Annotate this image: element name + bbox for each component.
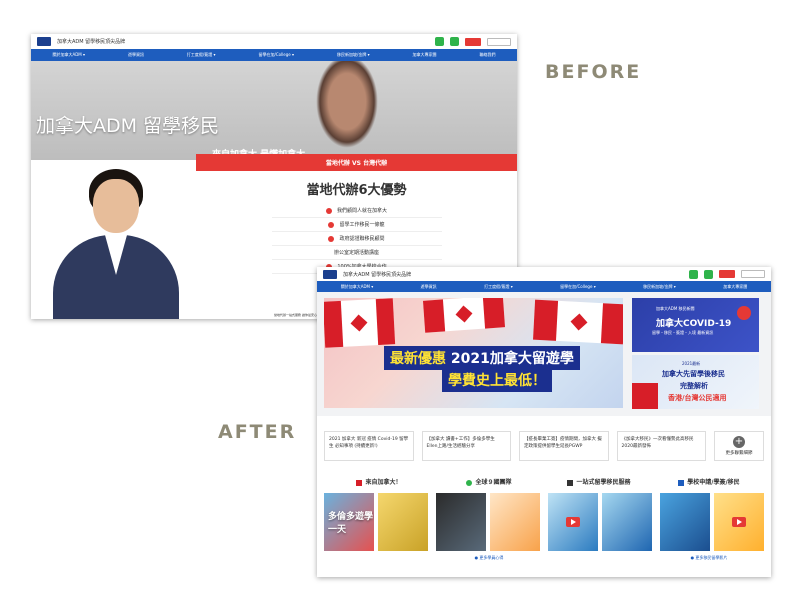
covid-card[interactable]: 加拿大ADM 移民新聞 加拿大COVID-19 留學・移民・簽證・入境 最新資訊: [632, 298, 759, 352]
video-thumbnail[interactable]: [436, 493, 486, 551]
promo-line-2: 學費史上最低！: [442, 368, 552, 392]
after-label: AFTER: [218, 421, 297, 443]
flag-icon: [328, 221, 335, 228]
line-icon[interactable]: [435, 37, 444, 46]
nav-item[interactable]: 留學在加/College ▾: [560, 284, 596, 290]
nav-item[interactable]: 加拿大專家團: [413, 52, 437, 58]
nav-item[interactable]: 打工度假/簽證 ▾: [484, 284, 513, 290]
canada-flag-icon: [356, 479, 363, 486]
section-heading: 全球９國團隊: [434, 477, 544, 486]
canada-flag: [422, 298, 506, 333]
more-links: ● 更多學員心得 ● 更多移民留學影片: [324, 555, 764, 561]
before-navbar: 關於加拿大ADM ▾ 遊學資訊 打工度假/簽證 ▾ 留學在加/College ▾…: [31, 49, 517, 61]
section-heading: 來自加拿大！: [324, 477, 434, 486]
section-heading: 一站式留學移民服務: [544, 477, 654, 486]
before-label: BEFORE: [545, 61, 642, 83]
more-link[interactable]: ● 更多移民留學影片: [654, 555, 764, 561]
after-screenshot: 加拿大ADM 留學移民頂尖品牌 關於加拿大ADM ▾ 遊學資訊 打工度假/簽證 …: [317, 267, 771, 577]
more-news-button[interactable]: + 更多聯繫細節: [714, 431, 764, 461]
section-heading: 學校申請/學簽/移民: [654, 477, 764, 486]
people-icon: [567, 479, 574, 486]
canada-flag: [533, 299, 623, 345]
video-thumbnails: 多倫多遊學一天: [324, 493, 764, 551]
language-select[interactable]: [487, 37, 511, 46]
play-icon: [732, 517, 746, 527]
promo-banner[interactable]: 最新優惠 2021加拿大留遊學 學費史上最低！: [324, 298, 623, 408]
video-thumbnail[interactable]: [548, 493, 598, 551]
news-item[interactable]: 《加拿大移民》一次看懂勢此高移民 2020最新發佈: [616, 431, 706, 461]
hero-title: 加拿大ADM 留學移民: [36, 115, 220, 137]
contact-button[interactable]: [719, 270, 735, 278]
nav-item[interactable]: 遊學資訊: [421, 284, 437, 290]
panel-footer: 當地代辦一站式服務 讓你最安心: [274, 313, 317, 317]
brand-name: 加拿大ADM 留學移民頂尖品牌: [57, 39, 126, 45]
nav-item[interactable]: 移民新加坡/金牌 ▾: [337, 52, 370, 58]
after-topbar: 加拿大ADM 留學移民頂尖品牌: [317, 267, 771, 281]
news-item[interactable]: 2021 加拿大 新冠 疫情 Covid-19 留學生 必知事項 (持續更新!): [324, 431, 414, 461]
plus-icon: +: [733, 436, 745, 448]
compare-bar: 當地代辦 VS 台灣代辦: [196, 154, 517, 171]
news-item[interactable]: 【疫長畢業工簽】疫情期間，加拿大 擬定政策提供留學生延長PGWP: [519, 431, 609, 461]
advantages-list: 我們顧問人就在加拿大 留學工作移民一條龍 政府認證聯移民顧問 辦公室定期活動講座…: [196, 204, 517, 274]
pin-icon: [325, 207, 332, 214]
before-topbar: 加拿大ADM 留學移民頂尖品牌: [31, 34, 517, 49]
nav-item[interactable]: 打工度假/簽證 ▾: [187, 52, 216, 58]
hero-photo: [314, 61, 380, 151]
before-hero: 加拿大ADM 留學移民 來自加拿大 最懂加拿大: [31, 61, 517, 160]
adm-logo-icon[interactable]: [37, 37, 51, 46]
nav-item[interactable]: 遊學資訊: [128, 52, 144, 58]
canada-flag: [324, 298, 396, 348]
immigration-card[interactable]: 2021最新 加拿大先留學後移民 完整解析 香港/台灣公民適用: [632, 355, 759, 409]
after-navbar: 關於加拿大ADM ▾ 遊學資訊 打工度假/簽證 ▾ 留學在加/College ▾…: [317, 281, 771, 292]
video-thumbnail[interactable]: [378, 493, 428, 551]
adm-logo-icon[interactable]: [323, 269, 337, 279]
video-thumbnail[interactable]: [660, 493, 710, 551]
wechat-icon[interactable]: [450, 37, 459, 46]
video-thumbnail[interactable]: [602, 493, 652, 551]
play-icon: [566, 517, 580, 527]
list-item: 辦公室定期活動講座: [271, 246, 442, 260]
list-item: 我們顧問人就在加拿大: [271, 204, 442, 218]
book-icon: [678, 479, 685, 486]
news-item[interactable]: 【加拿大 讀書+工作】多倫多學生 Ellen上路/生活經驗分享: [421, 431, 511, 461]
nav-item[interactable]: 移民新加坡/金牌 ▾: [643, 284, 676, 290]
list-item: 留學工作移民一條龍: [271, 218, 442, 232]
nav-item[interactable]: 關於加拿大ADM ▾: [341, 284, 374, 290]
section-headings: 來自加拿大！ 全球９國團隊 一站式留學移民服務 學校申請/學簽/移民: [324, 477, 764, 486]
brand-name: 加拿大ADM 留學移民頂尖品牌: [343, 271, 412, 278]
video-thumbnail[interactable]: [714, 493, 764, 551]
advantages-heading: 當地代辦6大優勢: [306, 183, 407, 198]
consultant-photo: [49, 165, 183, 319]
language-select[interactable]: [741, 270, 765, 278]
list-item: 政府認證聯移民顧問: [271, 232, 442, 246]
canada-flag: [632, 383, 658, 409]
news-row: 2021 加拿大 新冠 疫情 Covid-19 留學生 必知事項 (持續更新!)…: [324, 431, 764, 461]
nav-item[interactable]: 加拿大專家團: [723, 284, 747, 290]
more-link[interactable]: ● 更多學員心得: [434, 555, 544, 561]
video-thumbnail[interactable]: [490, 493, 540, 551]
wechat-icon[interactable]: [704, 269, 713, 279]
globe-icon: [466, 479, 473, 486]
video-thumbnail[interactable]: 多倫多遊學一天: [324, 493, 374, 551]
nav-item[interactable]: 聯絡我們: [479, 52, 495, 58]
more-link[interactable]: [324, 555, 434, 561]
more-link[interactable]: [544, 555, 654, 561]
contact-button[interactable]: [465, 37, 481, 46]
nav-item[interactable]: 留學在加/College ▾: [258, 52, 294, 58]
nav-item[interactable]: 關於加拿大ADM ▾: [52, 52, 85, 58]
alert-icon: [737, 306, 751, 320]
promo-line-1: 最新優惠 2021加拿大留遊學: [384, 346, 580, 370]
line-icon[interactable]: [689, 269, 698, 279]
doc-icon: [328, 235, 335, 242]
after-hero: 最新優惠 2021加拿大留遊學 學費史上最低！ 加拿大ADM 移民新聞 加拿大C…: [317, 292, 771, 416]
